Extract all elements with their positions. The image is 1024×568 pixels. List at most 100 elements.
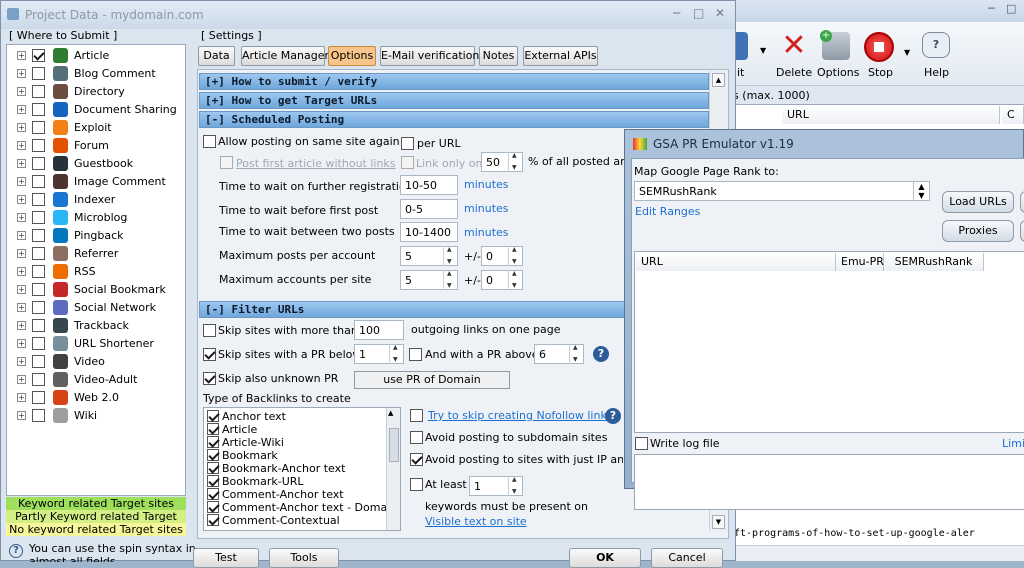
- engine-row[interactable]: + Forum: [17, 137, 187, 155]
- backlink-type-item[interactable]: Bookmark-URL: [206, 475, 384, 488]
- scroll-down-button[interactable]: ▼: [712, 515, 725, 529]
- engine-row[interactable]: + Social Network: [17, 299, 187, 317]
- engine-row[interactable]: + Document Sharing: [17, 101, 187, 119]
- engine-checkbox[interactable]: [32, 103, 45, 116]
- per-url-checkbox[interactable]: [401, 137, 414, 150]
- engine-row[interactable]: + Guestbook: [17, 155, 187, 173]
- expand-icon[interactable]: +: [17, 213, 26, 222]
- pr-above-spinner[interactable]: [569, 344, 583, 364]
- link-pct-spinner[interactable]: [508, 152, 522, 172]
- engine-checkbox[interactable]: [32, 355, 45, 368]
- write-log-checkbox[interactable]: [635, 437, 648, 450]
- expand-icon[interactable]: +: [17, 285, 26, 294]
- expand-icon[interactable]: +: [17, 231, 26, 240]
- skip-unknown-pr-checkbox[interactable]: [203, 372, 216, 385]
- emulator-col-semrushrank[interactable]: SEMRushRank: [884, 253, 984, 271]
- engine-row[interactable]: + Directory: [17, 83, 187, 101]
- expand-icon[interactable]: +: [17, 375, 26, 384]
- backlink-type-item[interactable]: Comment-Anchor text - Domain: [206, 501, 397, 514]
- backlink-type-checkbox[interactable]: [207, 514, 219, 526]
- load-urls-button[interactable]: Load URLs: [942, 191, 1014, 213]
- ok-button[interactable]: OK: [569, 548, 641, 568]
- allow-same-site-checkbox[interactable]: [203, 135, 216, 148]
- tools-button[interactable]: Tools: [269, 548, 339, 568]
- dialog-maximize-button[interactable]: □: [693, 6, 704, 20]
- backlink-type-checkbox[interactable]: [207, 475, 219, 487]
- engine-checkbox[interactable]: [32, 175, 45, 188]
- bg-col-url[interactable]: URL: [782, 106, 1000, 124]
- engine-row[interactable]: + Trackback: [17, 317, 187, 335]
- nofollow-help-icon[interactable]: ?: [605, 408, 621, 424]
- use-pr-domain-button[interactable]: use PR of Domain: [354, 371, 510, 389]
- section-how-to-submit[interactable]: [+] How to submit / verify: [199, 73, 709, 90]
- engine-checkbox[interactable]: [32, 85, 45, 98]
- pr-above-checkbox[interactable]: [409, 348, 422, 361]
- edit-ranges-link[interactable]: Edit Ranges: [635, 205, 700, 218]
- expand-icon[interactable]: +: [17, 357, 26, 366]
- backlink-type-checkbox[interactable]: [207, 488, 219, 500]
- engine-row[interactable]: + Indexer: [17, 191, 187, 209]
- log-box[interactable]: [634, 454, 1024, 510]
- tab-options[interactable]: Options: [328, 46, 376, 66]
- engine-row[interactable]: + Wiki: [17, 407, 187, 425]
- engine-checkbox[interactable]: [32, 265, 45, 278]
- expand-icon[interactable]: +: [17, 123, 26, 132]
- expand-icon[interactable]: +: [17, 141, 26, 150]
- wait-between-input[interactable]: 10-1400: [400, 222, 458, 242]
- max-posts-var-spinner[interactable]: [508, 246, 522, 266]
- engine-row[interactable]: + Pingback: [17, 227, 187, 245]
- engine-checkbox[interactable]: [32, 391, 45, 404]
- pr-below-spinner[interactable]: [389, 344, 403, 364]
- engine-checkbox[interactable]: [32, 301, 45, 314]
- bg-minimize-button[interactable]: ─: [988, 2, 995, 15]
- expand-icon[interactable]: +: [17, 51, 26, 60]
- post-first-checkbox[interactable]: [220, 156, 233, 169]
- engine-checkbox[interactable]: [32, 319, 45, 332]
- wait-reg-input[interactable]: 10-50: [400, 175, 458, 195]
- backlink-type-checkbox[interactable]: [207, 410, 219, 422]
- test-button[interactable]: Test: [193, 548, 259, 568]
- toolbar-help[interactable]: ? Help: [918, 30, 958, 80]
- engine-checkbox[interactable]: [32, 121, 45, 134]
- engine-row[interactable]: + Video: [17, 353, 187, 371]
- tab-data[interactable]: Data: [198, 46, 235, 66]
- limit-link[interactable]: Limit: [1002, 437, 1024, 450]
- url-list[interactable]: [634, 251, 1024, 433]
- backlink-list-scrollbar[interactable]: ▲: [386, 408, 400, 530]
- engine-checkbox[interactable]: [32, 193, 45, 206]
- backlink-type-checkbox[interactable]: [207, 436, 219, 448]
- backlink-type-item[interactable]: Anchor text: [206, 410, 384, 423]
- bg-maximize-button[interactable]: □: [1006, 2, 1016, 15]
- skip-pr-below-checkbox[interactable]: [203, 348, 216, 361]
- engine-row[interactable]: + Article: [17, 47, 187, 65]
- at-least-checkbox[interactable]: [410, 478, 423, 491]
- tab-external-apis[interactable]: External APIs: [523, 46, 598, 66]
- backlink-type-checkbox[interactable]: [207, 501, 219, 513]
- section-scheduled-posting[interactable]: [-] Scheduled Posting: [199, 111, 709, 128]
- expand-icon[interactable]: +: [17, 249, 26, 258]
- tab-e-mail-verification[interactable]: E-Mail verification: [380, 46, 479, 66]
- engine-checkbox[interactable]: [32, 67, 45, 80]
- expand-icon[interactable]: +: [17, 195, 26, 204]
- expand-icon[interactable]: +: [17, 105, 26, 114]
- toolbar-stop[interactable]: Stop: [864, 30, 900, 80]
- engine-checkbox[interactable]: [32, 337, 45, 350]
- engine-checkbox[interactable]: [32, 211, 45, 224]
- dialog-close-button[interactable]: ✕: [715, 6, 725, 20]
- backlink-type-item[interactable]: Bookmark: [206, 449, 384, 462]
- backlink-type-item[interactable]: Article: [206, 423, 384, 436]
- expand-icon[interactable]: +: [17, 393, 26, 402]
- pr-help-icon[interactable]: ?: [593, 346, 609, 362]
- engine-checkbox[interactable]: [32, 247, 45, 260]
- engine-checkbox[interactable]: [32, 409, 45, 422]
- backlink-type-item[interactable]: Comment-Anchor text: [206, 488, 384, 501]
- expand-icon[interactable]: +: [17, 69, 26, 78]
- extra-button-1[interactable]: [1020, 191, 1024, 213]
- engine-row[interactable]: + Social Bookmark: [17, 281, 187, 299]
- engine-checkbox[interactable]: [32, 373, 45, 386]
- backlink-type-checkbox[interactable]: [207, 449, 219, 461]
- engine-checkbox[interactable]: [32, 139, 45, 152]
- tab-article-manager[interactable]: Article Manager: [241, 46, 329, 66]
- tab-notes[interactable]: Notes: [479, 46, 518, 66]
- max-accounts-var-spinner[interactable]: [508, 270, 522, 290]
